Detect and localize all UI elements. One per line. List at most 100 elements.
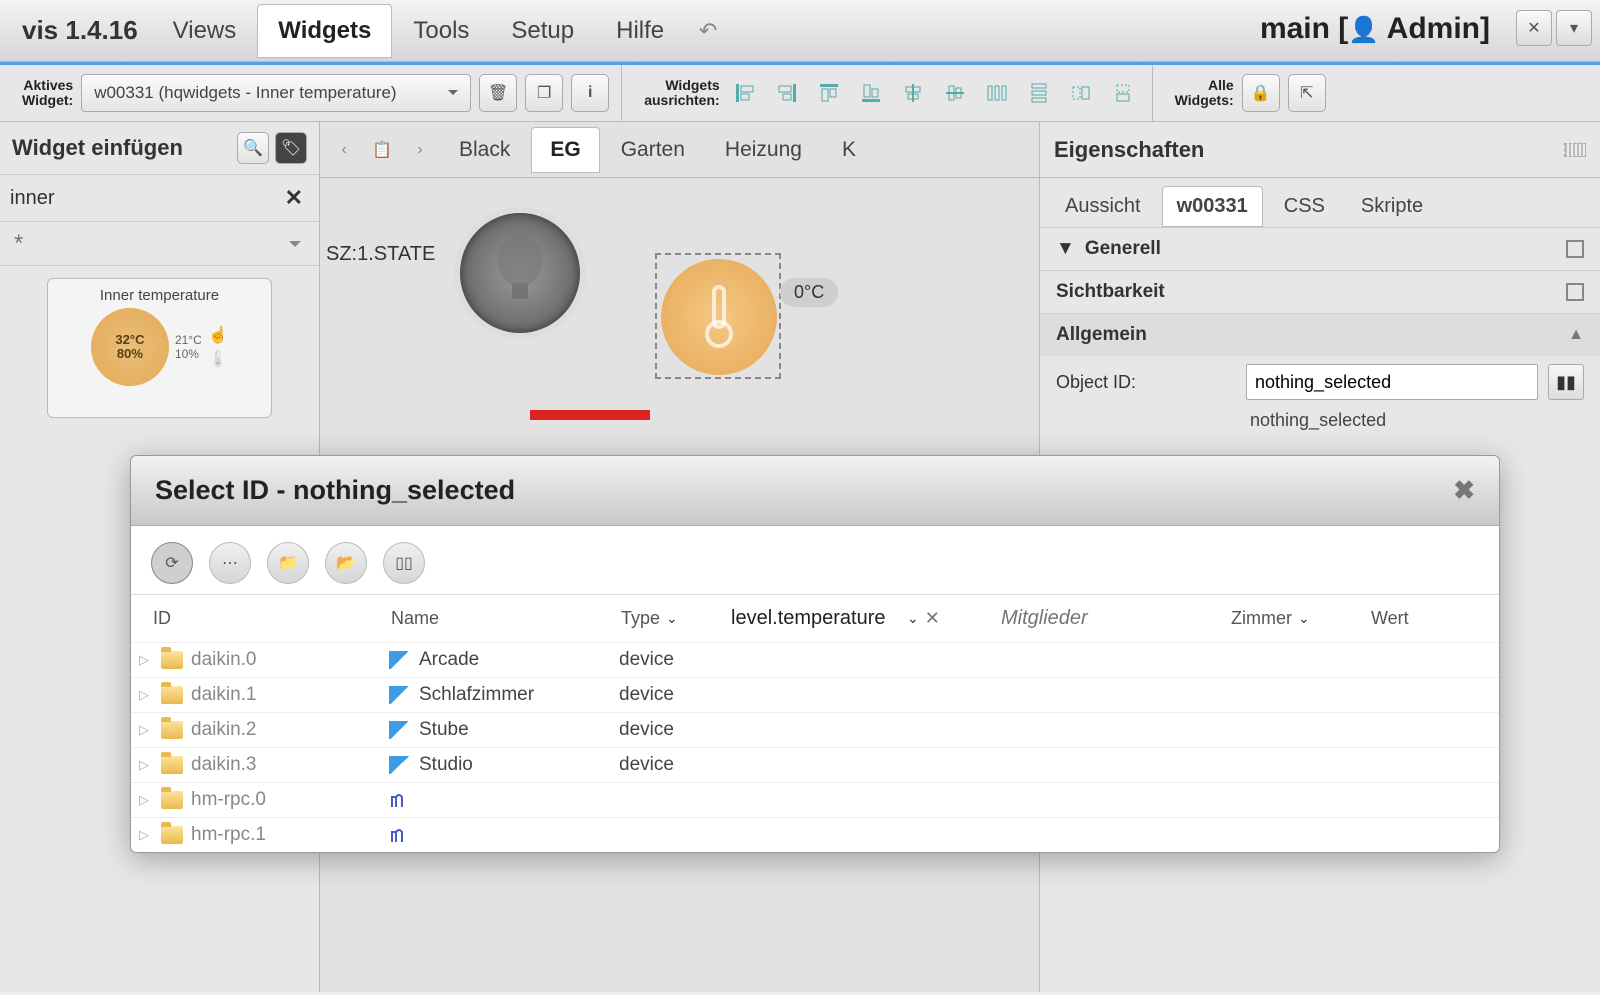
export-icon[interactable]: ⇱ xyxy=(1288,74,1326,112)
align-label: Widgets ausrichten: xyxy=(644,78,719,109)
align-center-h-icon[interactable] xyxy=(896,76,930,110)
collapse-all-icon[interactable]: 📁 xyxy=(267,542,309,584)
refresh-icon[interactable]: ⟳ xyxy=(151,542,193,584)
section-common[interactable]: Allgemein xyxy=(1056,324,1147,346)
view-tab-black[interactable]: Black xyxy=(440,127,529,173)
tab-view[interactable]: Aussicht xyxy=(1050,186,1156,227)
folder-icon xyxy=(161,686,183,704)
copy-icon[interactable]: ❐ xyxy=(525,74,563,112)
chevron-down-icon[interactable]: ⌄ xyxy=(666,610,678,627)
expander-icon[interactable]: ▷ xyxy=(139,757,153,773)
col-room[interactable]: Zimmer xyxy=(1231,608,1292,629)
state-label: SZ:1.STATE xyxy=(326,243,435,266)
chevron-down-icon[interactable]: ⌄ xyxy=(1298,610,1310,627)
view-tab-k[interactable]: K xyxy=(823,127,875,173)
align-top-icon[interactable] xyxy=(812,76,846,110)
table-row[interactable]: ▷daikin.0 Arcadedevice xyxy=(131,643,1499,678)
col-name[interactable]: Name xyxy=(381,595,611,643)
hand-icon: ☝ xyxy=(208,325,228,345)
tab-clipboard-icon[interactable]: 📋 xyxy=(364,127,400,173)
columns-icon[interactable]: ▯▯ xyxy=(383,542,425,584)
view-tab-eg[interactable]: EG xyxy=(531,127,599,173)
view-tab-heizung[interactable]: Heizung xyxy=(706,127,821,173)
group-filter-select[interactable]: * xyxy=(0,222,319,266)
dialog-title: Select ID - nothing_selected xyxy=(155,475,515,506)
object-id-picker-icon[interactable]: ▮▮ xyxy=(1548,364,1584,400)
align-left-icon[interactable] xyxy=(728,76,762,110)
dialog-close-icon[interactable]: ✖ xyxy=(1453,475,1475,506)
expander-icon[interactable]: ▷ xyxy=(139,722,153,738)
tab-prev-icon[interactable]: ‹ xyxy=(326,127,362,173)
menu-widgets[interactable]: Widgets xyxy=(257,4,392,58)
clear-filter-icon[interactable]: ✕ xyxy=(279,185,309,211)
menu-help[interactable]: Hilfe xyxy=(595,4,685,58)
thermometer-small-icon: 🌡 xyxy=(208,349,228,369)
expander-icon[interactable]: ▷ xyxy=(139,827,153,843)
undo-icon[interactable]: ↶ xyxy=(685,8,731,54)
col-type[interactable]: Type xyxy=(621,608,660,629)
info-icon[interactable]: i xyxy=(571,74,609,112)
members-filter-input[interactable] xyxy=(1001,607,1181,630)
tab-next-icon[interactable]: › xyxy=(402,127,438,173)
collapse-icon[interactable]: ▲ xyxy=(1568,326,1584,344)
main-user-label: main [👤 Admin] xyxy=(1260,12,1490,46)
folder-icon xyxy=(161,826,183,844)
tab-scripts[interactable]: Skripte xyxy=(1346,186,1438,227)
table-row[interactable]: ▷daikin.2 Stubedevice xyxy=(131,713,1499,748)
section-visibility[interactable]: Sichtbarkeit xyxy=(1056,281,1165,303)
equal-width-icon[interactable] xyxy=(1064,76,1098,110)
object-id-input[interactable] xyxy=(1246,364,1538,400)
menu-setup[interactable]: Setup xyxy=(490,4,595,58)
table-row[interactable]: ▷daikin.3 Studiodevice xyxy=(131,748,1499,783)
expander-icon[interactable]: ▷ xyxy=(139,792,153,808)
section-general-checkbox[interactable] xyxy=(1566,240,1584,258)
menu-views[interactable]: Views xyxy=(152,4,258,58)
distribute-v-icon[interactable] xyxy=(1022,76,1056,110)
left-panel-title: Widget einfügen xyxy=(12,135,183,161)
align-bottom-icon[interactable] xyxy=(854,76,888,110)
widget-template-inner-temperature[interactable]: Inner temperature 32°C 80% 21°C 10% ☝ 🌡 xyxy=(47,278,272,418)
active-widget-select[interactable]: w00331 (hqwidgets - Inner temperature) xyxy=(81,74,471,112)
section-general[interactable]: Generell xyxy=(1085,238,1161,260)
lock-icon[interactable]: 🔒 xyxy=(1242,74,1280,112)
device-icon xyxy=(389,721,411,739)
expander-icon[interactable]: ▷ xyxy=(139,687,153,703)
search-icon[interactable]: 🔍 xyxy=(237,132,269,164)
section-visibility-checkbox[interactable] xyxy=(1566,283,1584,301)
bulb-widget[interactable] xyxy=(460,213,580,333)
app-title: vis 1.4.16 xyxy=(8,15,152,46)
close-icon[interactable]: ✕ xyxy=(1516,10,1552,46)
tab-css[interactable]: CSS xyxy=(1269,186,1340,227)
folder-icon xyxy=(161,721,183,739)
align-right-icon[interactable] xyxy=(770,76,804,110)
col-id[interactable]: ID xyxy=(131,595,381,643)
expand-all-icon[interactable]: 📂 xyxy=(325,542,367,584)
col-value[interactable]: Wert xyxy=(1361,595,1499,643)
selected-temperature-widget[interactable] xyxy=(655,253,781,379)
equal-height-icon[interactable] xyxy=(1106,76,1140,110)
chevron-down-icon[interactable]: ⌄ xyxy=(907,610,919,627)
tab-widget[interactable]: w00331 xyxy=(1162,186,1263,227)
device-icon xyxy=(389,686,411,704)
red-bar-widget[interactable] xyxy=(530,410,650,420)
expander-icon[interactable]: ▷ xyxy=(139,652,153,668)
table-row[interactable]: ▷hm-rpc.0 xyxy=(131,783,1499,818)
folder-icon xyxy=(161,756,183,774)
distribute-h-icon[interactable] xyxy=(980,76,1014,110)
adapter-icon xyxy=(389,826,407,844)
clear-role-icon[interactable]: ✕ xyxy=(925,608,940,629)
drag-handle-icon[interactable] xyxy=(1564,143,1586,157)
role-filter-input[interactable] xyxy=(731,607,901,630)
view-tabbar: ‹ 📋 › BlackEGGartenHeizungK xyxy=(320,122,1039,178)
dropdown-icon[interactable]: ▾ xyxy=(1556,10,1592,46)
align-center-v-icon[interactable] xyxy=(938,76,972,110)
filter-input[interactable] xyxy=(10,181,279,215)
table-row[interactable]: ▷hm-rpc.1 xyxy=(131,818,1499,853)
folder-icon xyxy=(161,651,183,669)
menu-tools[interactable]: Tools xyxy=(392,4,490,58)
trash-icon[interactable]: 🗑 xyxy=(479,74,517,112)
view-tab-garten[interactable]: Garten xyxy=(602,127,704,173)
list-icon[interactable]: ⋯ xyxy=(209,542,251,584)
table-row[interactable]: ▷daikin.1 Schlafzimmerdevice xyxy=(131,678,1499,713)
tag-icon[interactable]: 🏷 xyxy=(275,132,307,164)
